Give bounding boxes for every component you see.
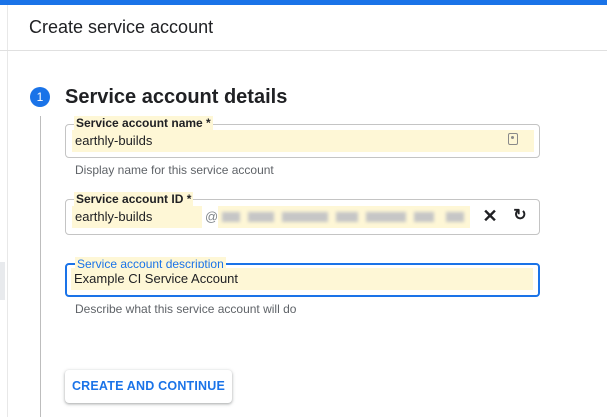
service-account-id-field[interactable]: Service account ID * earthly-builds @ ✕ … — [65, 192, 540, 235]
service-account-id-label: Service account ID * — [74, 192, 194, 206]
close-icon[interactable]: ✕ — [481, 207, 499, 225]
page-header: Create service account — [0, 5, 607, 51]
service-account-name-input[interactable]: earthly-builds — [72, 130, 534, 152]
service-account-id-input[interactable]: earthly-builds — [72, 206, 202, 228]
service-account-description-field[interactable]: Service account description Example CI S… — [65, 257, 540, 297]
service-account-name-helper: Display name for this service account — [75, 163, 274, 177]
contact-card-icon — [508, 133, 518, 145]
create-and-continue-button[interactable]: CREATE AND CONTINUE — [65, 370, 232, 403]
left-panel-edge — [0, 262, 5, 300]
service-account-name-label: Service account name * — [74, 116, 213, 130]
id-at-symbol: @ — [205, 209, 219, 224]
step-connector-line — [40, 116, 41, 417]
refresh-icon[interactable]: ↻ — [511, 207, 529, 225]
page-title: Create service account — [29, 17, 214, 37]
left-panel-divider — [7, 5, 8, 417]
step-title: Service account details — [65, 86, 288, 108]
service-account-description-input[interactable]: Example CI Service Account — [71, 268, 533, 290]
service-account-name-field[interactable]: Service account name * earthly-builds — [65, 116, 540, 158]
service-account-description-helper: Describe what this service account will … — [75, 302, 297, 316]
redacted-domain — [218, 206, 470, 228]
step-number-badge: 1 — [30, 87, 50, 107]
